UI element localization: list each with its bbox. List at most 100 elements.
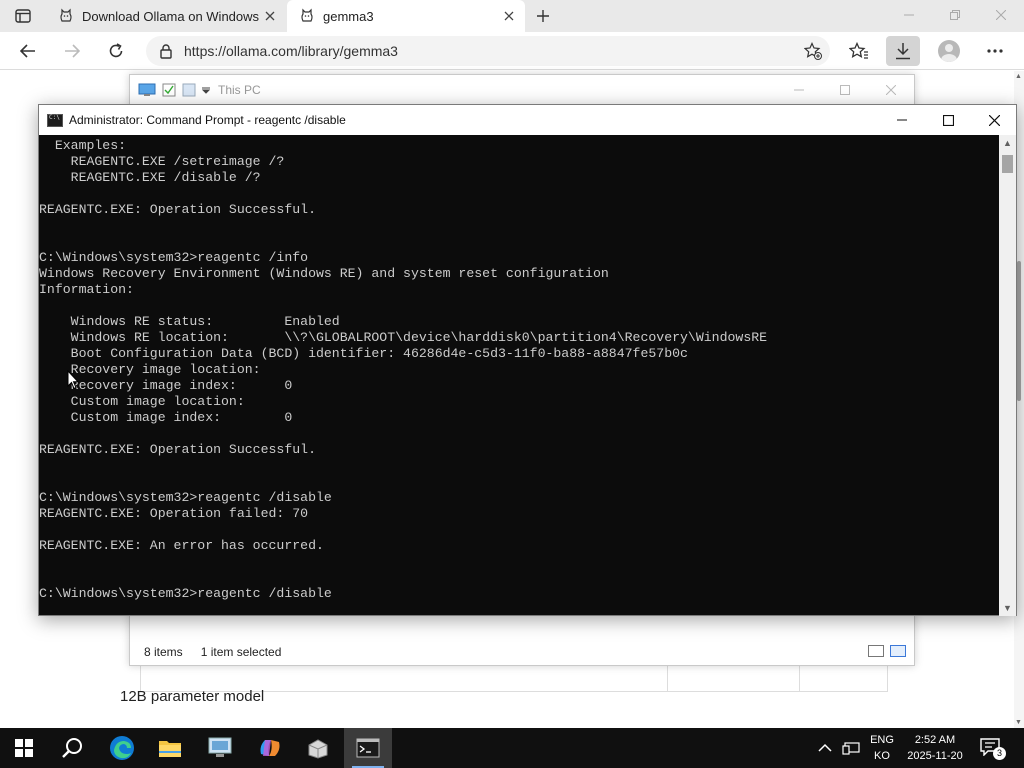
- console-output[interactable]: Examples: REAGENTC.EXE /setreimage /? RE…: [39, 135, 999, 615]
- refresh-icon: [109, 43, 123, 58]
- refresh-button[interactable]: [100, 36, 132, 66]
- maximize-icon: [840, 85, 850, 95]
- taskbar-copilot[interactable]: [246, 728, 294, 768]
- forward-button[interactable]: [56, 36, 88, 66]
- scroll-up-icon[interactable]: ▲: [1015, 73, 1022, 80]
- copilot-icon: [260, 740, 280, 756]
- tab-close-icon[interactable]: [262, 8, 278, 24]
- console-line: Information:: [39, 282, 134, 297]
- new-tab-button[interactable]: [531, 4, 555, 28]
- show-hidden-icons-button[interactable]: [818, 728, 832, 768]
- command-prompt-window[interactable]: Administrator: Command Prompt - reagentc…: [38, 104, 1017, 616]
- taskbar-installer[interactable]: [294, 728, 342, 768]
- scrollbar-thumb[interactable]: [1017, 261, 1021, 401]
- back-button[interactable]: [12, 36, 44, 66]
- tab-close-icon[interactable]: [501, 8, 517, 24]
- console-line: C:\Windows\system32>reagentc /disable: [39, 586, 332, 601]
- taskbar-search-button[interactable]: [48, 728, 96, 768]
- browser-minimize-button[interactable]: [886, 0, 932, 30]
- favorites-icon: [849, 42, 868, 59]
- explorer-titlebar: This PC: [130, 75, 914, 105]
- start-button[interactable]: [0, 728, 48, 768]
- browser-close-button[interactable]: [978, 0, 1024, 30]
- settings-menu-button[interactable]: [978, 36, 1012, 66]
- minimize-icon: [794, 89, 804, 91]
- cmd-close-button[interactable]: [971, 105, 1017, 135]
- large-icons-view-icon[interactable]: [890, 645, 906, 657]
- scroll-up-icon[interactable]: ▲: [1003, 138, 1012, 148]
- tab-actions-button[interactable]: [8, 6, 38, 26]
- cmd-scrollbar[interactable]: ▲ ▼: [999, 135, 1016, 616]
- tab-label: gemma3: [323, 8, 374, 24]
- notification-center-button[interactable]: 3: [978, 736, 1006, 760]
- taskbar-edge[interactable]: [98, 728, 146, 768]
- clock-date: 2025-11-20: [907, 750, 963, 762]
- profile-button[interactable]: [932, 36, 966, 66]
- console-line: Boot Configuration Data (BCD) identifier…: [39, 346, 688, 361]
- taskbar-clock[interactable]: 2:52 AM 2025-11-20: [900, 732, 970, 764]
- taskbar: ENG KO 2:52 AM 2025-11-20 3: [0, 728, 1024, 768]
- browser-toolbar: https://ollama.com/library/gemma3: [0, 32, 1024, 70]
- this-pc-icon: [138, 83, 156, 96]
- download-icon: [896, 43, 910, 60]
- tab-actions-icon: [15, 9, 31, 23]
- avatar: [938, 40, 960, 62]
- file-explorer-icon: [159, 741, 181, 757]
- console-line: REAGENTC.EXE: An error has occurred.: [39, 538, 324, 553]
- downloads-button[interactable]: [886, 36, 920, 66]
- properties-icon[interactable]: [162, 83, 176, 97]
- lock-icon: [160, 44, 172, 59]
- command-prompt-icon: [47, 113, 63, 127]
- explorer-title: This PC: [218, 83, 261, 97]
- add-favorite-icon[interactable]: [804, 42, 822, 60]
- scroll-down-icon[interactable]: ▼: [1003, 603, 1012, 613]
- cmd-maximize-button[interactable]: [925, 105, 971, 135]
- scrollbar-thumb[interactable]: [1002, 155, 1013, 173]
- console-line: Windows RE status: Enabled: [39, 314, 340, 329]
- cmd-title: Administrator: Command Prompt - reagentc…: [69, 113, 346, 127]
- explorer-minimize-button[interactable]: [776, 75, 822, 105]
- console-line: Examples:: [39, 138, 127, 153]
- browser-restore-button[interactable]: [932, 0, 978, 30]
- ollama-favicon-icon: [58, 8, 74, 24]
- taskbar-command-prompt[interactable]: [344, 728, 392, 768]
- taskbar-remote-desktop[interactable]: [196, 728, 244, 768]
- browser-tab-bar: Download Ollama on Windows gemma3: [0, 0, 1024, 32]
- tab-gemma3[interactable]: gemma3: [287, 0, 525, 32]
- console-line: REAGENTC.EXE: Operation Successful.: [39, 202, 316, 217]
- console-line: REAGENTC.EXE /setreimage /?: [39, 154, 285, 169]
- command-prompt-icon: [356, 738, 380, 758]
- console-line: C:\Windows\system32>reagentc /info: [39, 250, 309, 265]
- explorer-close-button[interactable]: [868, 75, 914, 105]
- close-icon: [996, 10, 1006, 20]
- tab-download-ollama[interactable]: Download Ollama on Windows: [46, 0, 286, 32]
- close-icon: [886, 85, 896, 95]
- notification-count-badge: 3: [993, 747, 1006, 760]
- cmd-minimize-button[interactable]: [879, 105, 925, 135]
- console-line: Custom image location:: [39, 394, 245, 409]
- console-line: REAGENTC.EXE: Operation Successful.: [39, 442, 316, 457]
- url-text: https://ollama.com/library/gemma3: [184, 43, 398, 59]
- details-view-icon[interactable]: [868, 645, 884, 657]
- console-line: C:\Windows\system32>reagentc /disable: [39, 490, 332, 505]
- plus-icon: [537, 10, 549, 22]
- new-folder-icon[interactable]: [182, 83, 196, 97]
- address-bar[interactable]: https://ollama.com/library/gemma3: [146, 36, 830, 66]
- scroll-down-icon[interactable]: ▼: [1015, 719, 1022, 726]
- cmd-titlebar[interactable]: Administrator: Command Prompt - reagentc…: [39, 105, 1016, 135]
- chevron-down-icon[interactable]: [202, 86, 210, 94]
- network-button[interactable]: [842, 728, 860, 768]
- input-language-indicator[interactable]: ENG KO: [862, 732, 902, 764]
- console-line: Recovery image index: 0: [39, 378, 293, 393]
- explorer-maximize-button[interactable]: [822, 75, 868, 105]
- ollama-favicon-icon: [299, 8, 315, 24]
- tab-label: Download Ollama on Windows: [82, 8, 260, 24]
- favorites-button[interactable]: [842, 36, 876, 66]
- item-count: 8 items: [144, 645, 183, 659]
- taskbar-file-explorer[interactable]: [146, 728, 194, 768]
